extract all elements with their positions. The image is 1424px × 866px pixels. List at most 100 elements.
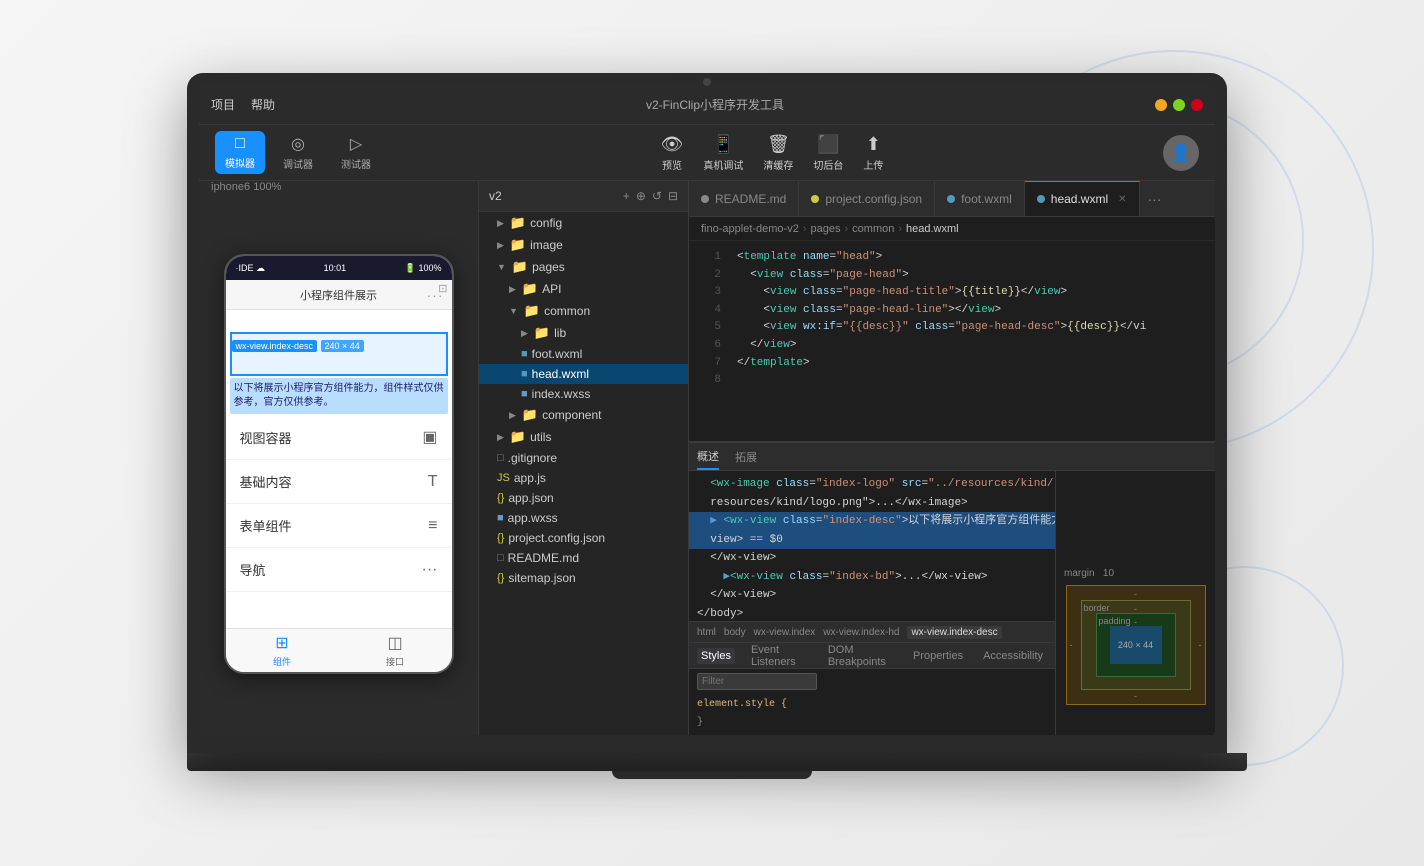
folder-icon: 📁 <box>524 303 540 319</box>
phone-menu-item-3[interactable]: 导航 ··· <box>226 548 452 592</box>
phone-menu-item-0[interactable]: 视图容器 ▣ <box>226 415 452 460</box>
path-index-desc[interactable]: wx-view.index-desc <box>907 626 1001 639</box>
phone-menu-item-2[interactable]: 表单组件 ≡ <box>226 504 452 548</box>
action-cleardata[interactable]: 🗑 清缓存 <box>763 134 793 172</box>
tab-readme[interactable]: README.md <box>689 181 799 217</box>
preview-icon: 👁 <box>661 134 684 155</box>
styles-tab-properties[interactable]: Properties <box>909 648 967 664</box>
window-controls <box>1155 99 1203 111</box>
simulate-icon: □ <box>235 135 245 153</box>
tree-item-readme[interactable]: □ README.md <box>479 548 688 568</box>
code-line-3: <view class="page-head-title">{{title}}<… <box>729 284 1215 302</box>
tab-head-wxml[interactable]: head.wxml ✕ <box>1025 181 1140 217</box>
menu-item-help[interactable]: 帮助 <box>251 96 275 113</box>
realtest-label: 真机调试 <box>703 157 743 172</box>
nav-component-icon: ⊞ <box>275 633 288 653</box>
path-body[interactable]: body <box>724 627 746 638</box>
simulate-label: 模拟器 <box>225 155 255 170</box>
phone-nav-api[interactable]: ◫ 接口 <box>339 629 452 672</box>
breadcrumb: fino-applet-demo-v2 › pages › common › h… <box>689 217 1215 241</box>
collapse-icon[interactable]: ⊟ <box>668 189 678 203</box>
tab-foot-wxml[interactable]: foot.wxml <box>935 181 1025 217</box>
styles-filter-input[interactable] <box>697 673 817 690</box>
tree-item-app-wxss[interactable]: ■ app.wxss <box>479 508 688 528</box>
minimize-button[interactable] <box>1155 99 1167 111</box>
phone-menu-item-1[interactable]: 基础内容 T <box>226 460 452 504</box>
path-html[interactable]: html <box>697 627 716 638</box>
folder-icon: 📁 <box>510 429 526 445</box>
phone-bottom-nav: ⊞ 组件 ◫ 接口 <box>226 628 452 672</box>
menu-item-project[interactable]: 项目 <box>211 96 235 113</box>
tree-item-api[interactable]: ▶ 📁 API <box>479 278 688 300</box>
styles-tab-dom[interactable]: DOM Breakpoints <box>824 642 897 670</box>
tree-item-app-js[interactable]: JS app.js <box>479 468 688 488</box>
box-model-border: border - padding - 240 × 44 <box>1081 600 1191 690</box>
upload-icon: ⬆ <box>866 134 881 155</box>
tree-item-image[interactable]: ▶ 📁 image <box>479 234 688 256</box>
path-index-hd[interactable]: wx-view.index-hd <box>823 627 899 638</box>
action-realtest[interactable]: 📱 真机调试 <box>703 134 743 172</box>
tree-item-head-wxml[interactable]: ■ head.wxml <box>479 364 688 384</box>
tree-item-utils[interactable]: ▶ 📁 utils <box>479 426 688 448</box>
tab-label: head.wxml <box>1051 192 1108 206</box>
devtools-tab-extend[interactable]: 拓展 <box>735 445 757 469</box>
refresh-icon[interactable]: ↺ <box>652 189 662 203</box>
tree-item-lib[interactable]: ▶ 📁 lib <box>479 322 688 344</box>
path-index[interactable]: wx-view.index <box>754 627 816 638</box>
tree-item-component[interactable]: ▶ 📁 component <box>479 404 688 426</box>
tree-item-app-json[interactable]: {} app.json <box>479 488 688 508</box>
action-cutback[interactable]: ⬛ 切后台 <box>813 134 843 172</box>
tab-label: project.config.json <box>825 192 922 206</box>
triangle-icon: ▶ <box>509 410 516 421</box>
maximize-button[interactable] <box>1173 99 1185 111</box>
new-file-icon[interactable]: + <box>623 189 630 203</box>
styles-tab-event[interactable]: Event Listeners <box>747 642 812 670</box>
user-avatar[interactable]: 👤 <box>1163 135 1199 171</box>
box-padding-label: padding <box>1099 616 1131 626</box>
file-icon-wxss: ■ <box>521 388 528 400</box>
tree-item-gitignore[interactable]: □ .gitignore <box>479 448 688 468</box>
editor-tabs: README.md project.config.json foot.wxml <box>689 181 1215 217</box>
tree-item-index-wxss[interactable]: ■ index.wxss <box>479 384 688 404</box>
window-title: v2-FinClip小程序开发工具 <box>283 96 1147 113</box>
tree-item-name: app.js <box>514 471 546 485</box>
phone-nav-component[interactable]: ⊞ 组件 <box>226 629 339 672</box>
toolbar-btn-simulate[interactable]: □ 模拟器 <box>215 131 265 174</box>
action-preview[interactable]: 👁 预览 <box>661 134 684 172</box>
tree-item-name: app.wxss <box>508 511 558 525</box>
new-folder-icon[interactable]: ⊕ <box>636 189 646 203</box>
devtools-tabs: 概述 拓展 <box>689 443 1215 471</box>
devtools-tab-overview[interactable]: 概述 <box>697 444 719 470</box>
tree-item-sitemap[interactable]: {} sitemap.json <box>479 568 688 588</box>
tab-close-icon[interactable]: ✕ <box>1118 194 1126 205</box>
breadcrumb-part-1: pages <box>811 223 841 235</box>
triangle-icon: ▼ <box>497 262 506 272</box>
triangle-icon: ▶ <box>521 328 528 339</box>
tree-item-pages[interactable]: ▼ 📁 pages <box>479 256 688 278</box>
tree-item-name: lib <box>554 326 566 340</box>
tree-item-name: config <box>530 216 562 230</box>
realtest-icon: 📱 <box>712 134 734 155</box>
html-tree[interactable]: <wx-image class="index-logo" src="../res… <box>689 471 1055 621</box>
toolbar-right: 👤 <box>1163 135 1199 171</box>
menu-item-icon-0: ▣ <box>422 427 437 447</box>
styles-tab-accessibility[interactable]: Accessibility <box>979 648 1047 664</box>
triangle-icon: ▶ <box>497 218 504 229</box>
code-content[interactable]: <template name="head"> <view class="page… <box>729 241 1215 441</box>
menu-item-label-2: 表单组件 <box>240 516 292 535</box>
tree-item-project-config[interactable]: {} project.config.json <box>479 528 688 548</box>
toolbar-btn-test[interactable]: ▷ 测试器 <box>331 130 381 175</box>
devtools-left: <wx-image class="index-logo" src="../res… <box>689 471 1055 735</box>
close-button[interactable] <box>1191 99 1203 111</box>
tree-item-foot-wxml[interactable]: ■ foot.wxml <box>479 344 688 364</box>
cleardata-label: 清缓存 <box>763 157 793 172</box>
styles-tab-styles[interactable]: Styles <box>697 648 735 664</box>
tab-project-config[interactable]: project.config.json <box>799 181 935 217</box>
tab-more-icon[interactable]: ··· <box>1140 191 1170 207</box>
tree-item-config[interactable]: ▶ 📁 config <box>479 212 688 234</box>
html-line-5: ▶<wx-view class="index-bd">...</wx-view> <box>689 568 1055 587</box>
tree-item-common[interactable]: ▼ 📁 common <box>479 300 688 322</box>
action-upload[interactable]: ⬆ 上传 <box>863 134 883 172</box>
phone-expand-icon[interactable]: ⊡ <box>438 282 447 295</box>
toolbar-btn-debug[interactable]: ◎ 调试器 <box>273 130 323 175</box>
